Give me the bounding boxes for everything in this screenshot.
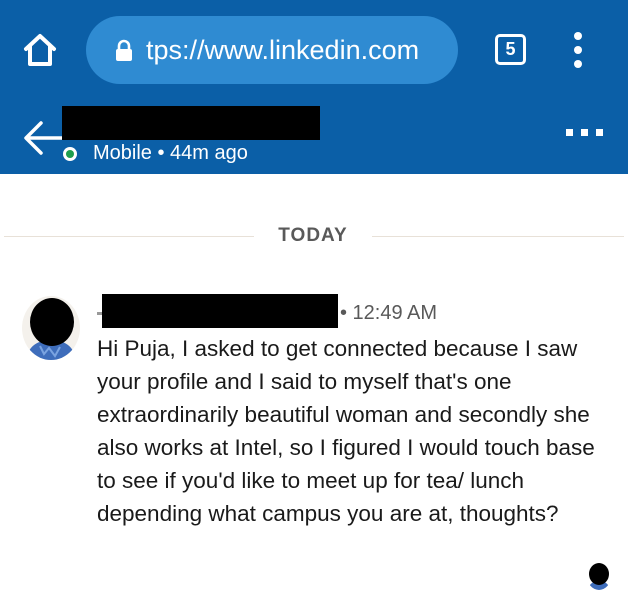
more-dot: [566, 129, 573, 136]
sender-name-redacted[interactable]: [102, 294, 338, 328]
online-status-icon: [63, 147, 77, 161]
more-options-icon[interactable]: [563, 126, 605, 140]
overflow-menu-icon[interactable]: [568, 30, 588, 70]
sender-avatar[interactable]: [22, 296, 80, 360]
divider-line: [372, 236, 624, 237]
read-receipt-image: [587, 562, 611, 590]
day-label: TODAY: [278, 225, 348, 246]
menu-dot: [574, 60, 582, 68]
contact-name-redacted[interactable]: [62, 106, 320, 140]
divider-line: [4, 236, 254, 237]
avatar-image: [22, 296, 80, 360]
screen: tps://www.linkedin.com 5 Mobile • 44m ag…: [0, 0, 628, 612]
back-arrow-icon: [24, 121, 64, 155]
more-dot: [581, 129, 588, 136]
browser-toolbar: tps://www.linkedin.com 5: [0, 0, 628, 104]
read-receipt-avatar: [587, 562, 611, 590]
message-timestamp: • 12:49 AM: [340, 302, 438, 324]
home-button[interactable]: [20, 28, 60, 72]
day-divider: TODAY: [0, 222, 628, 250]
menu-dot: [574, 32, 582, 40]
conversation-header: Mobile • 44m ago: [0, 104, 628, 174]
menu-dot: [574, 46, 582, 54]
tab-switcher-button[interactable]: 5: [495, 34, 526, 65]
lock-icon: [116, 39, 132, 61]
home-icon: [24, 34, 56, 66]
address-bar[interactable]: tps://www.linkedin.com: [86, 16, 458, 84]
message-text: Hi Puja, I asked to get connected becaus…: [97, 336, 595, 526]
presence-status: Mobile • 44m ago: [93, 142, 248, 164]
url-text: tps://www.linkedin.com: [146, 35, 420, 65]
back-button[interactable]: [22, 118, 64, 158]
tab-count: 5: [505, 39, 516, 59]
more-dot: [596, 129, 603, 136]
